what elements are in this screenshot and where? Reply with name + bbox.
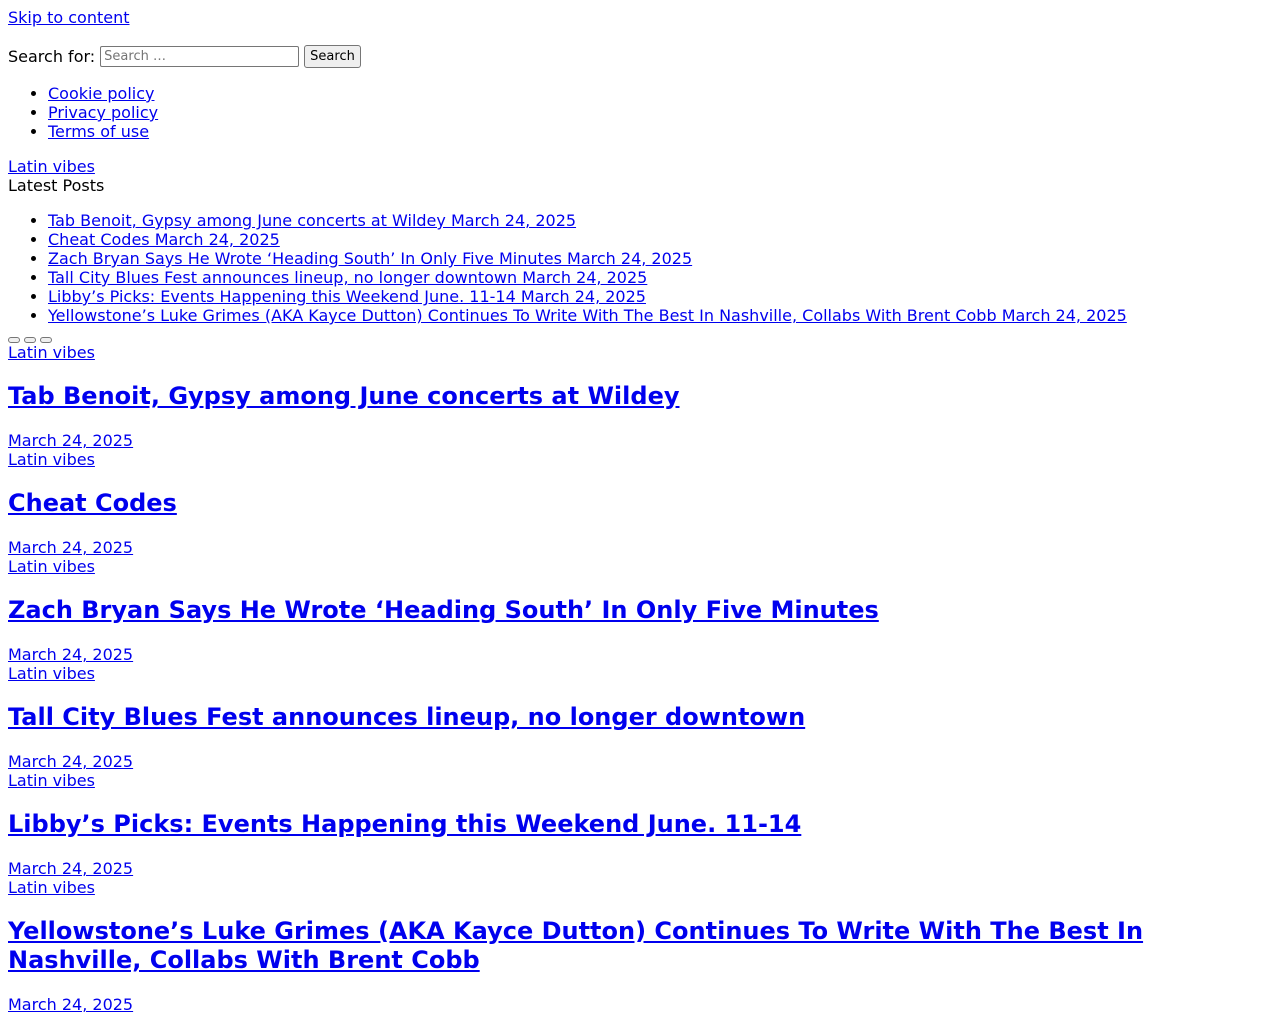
post-category-link[interactable]: Latin vibes	[8, 771, 1272, 790]
post-title: Libby’s Picks: Events Happening this Wee…	[8, 810, 1272, 839]
terms-of-use-link[interactable]: Terms of use	[48, 122, 149, 141]
skip-to-content-link[interactable]: Skip to content	[8, 8, 1272, 27]
latest-posts-heading: Latest Posts	[8, 176, 105, 195]
list-item: Cheat Codes March 24, 2025	[48, 230, 1272, 249]
post-title-link[interactable]: Zach Bryan Says He Wrote ‘Heading South’…	[8, 596, 879, 624]
post-title: Zach Bryan Says He Wrote ‘Heading South’…	[8, 596, 1272, 625]
post-title: Yellowstone’s Luke Grimes (AKA Kayce Dut…	[8, 917, 1272, 975]
footer-links: Cookie policy Privacy policy Terms of us…	[8, 84, 1272, 141]
search-form: Search for: Search	[8, 45, 1272, 68]
post-title: Tab Benoit, Gypsy among June concerts at…	[8, 382, 1272, 411]
latest-post-link[interactable]: Yellowstone’s Luke Grimes (AKA Kayce Dut…	[48, 306, 1127, 325]
latest-posts-list: Tab Benoit, Gypsy among June concerts at…	[8, 211, 1272, 325]
post-date-link[interactable]: March 24, 2025	[8, 431, 1272, 450]
post-category-link[interactable]: Latin vibes	[8, 343, 1272, 362]
post-date-link[interactable]: March 24, 2025	[8, 538, 1272, 557]
post-card: Latin vibes Yellowstone’s Luke Grimes (A…	[8, 878, 1272, 1014]
post-card: Latin vibes Zach Bryan Says He Wrote ‘He…	[8, 557, 1272, 664]
post-title-link[interactable]: Cheat Codes	[8, 489, 177, 517]
post-title-link[interactable]: Yellowstone’s Luke Grimes (AKA Kayce Dut…	[8, 917, 1143, 974]
post-category-link[interactable]: Latin vibes	[8, 878, 1272, 897]
search-button[interactable]: Search	[304, 45, 361, 68]
post-title-link[interactable]: Tab Benoit, Gypsy among June concerts at…	[8, 382, 679, 410]
latest-post-link[interactable]: Libby’s Picks: Events Happening this Wee…	[48, 287, 646, 306]
post-title-link[interactable]: Libby’s Picks: Events Happening this Wee…	[8, 810, 801, 838]
list-item: Libby’s Picks: Events Happening this Wee…	[48, 287, 1272, 306]
list-item: Terms of use	[48, 122, 1272, 141]
post-card: Latin vibes Tall City Blues Fest announc…	[8, 664, 1272, 771]
latest-post-link[interactable]: Zach Bryan Says He Wrote ‘Heading South’…	[48, 249, 692, 268]
list-item: Cookie policy	[48, 84, 1272, 103]
slider-dot-1[interactable]	[8, 336, 20, 343]
search-label: Search for:	[8, 47, 96, 66]
latest-post-link[interactable]: Tab Benoit, Gypsy among June concerts at…	[48, 211, 576, 230]
post-category-link[interactable]: Latin vibes	[8, 450, 1272, 469]
post-date-link[interactable]: March 24, 2025	[8, 859, 1272, 878]
list-item: Tab Benoit, Gypsy among June concerts at…	[48, 211, 1272, 230]
post-card: Latin vibes Cheat Codes March 24, 2025	[8, 450, 1272, 557]
post-category-link[interactable]: Latin vibes	[8, 664, 1272, 683]
cookie-policy-link[interactable]: Cookie policy	[48, 84, 155, 103]
post-date-link[interactable]: March 24, 2025	[8, 995, 1272, 1014]
post-title-link[interactable]: Tall City Blues Fest announces lineup, n…	[8, 703, 805, 731]
latest-post-link[interactable]: Cheat Codes March 24, 2025	[48, 230, 280, 249]
slider-dot-3[interactable]	[40, 336, 52, 343]
post-date-link[interactable]: March 24, 2025	[8, 645, 1272, 664]
slider-controls	[8, 336, 1272, 343]
site-category-link[interactable]: Latin vibes	[8, 157, 95, 176]
post-title: Cheat Codes	[8, 489, 1272, 518]
posts-feed: Latin vibes Tab Benoit, Gypsy among June…	[8, 343, 1272, 1014]
privacy-policy-link[interactable]: Privacy policy	[48, 103, 158, 122]
post-category-link[interactable]: Latin vibes	[8, 557, 1272, 576]
list-item: Tall City Blues Fest announces lineup, n…	[48, 268, 1272, 287]
slider-dot-2[interactable]	[24, 336, 36, 343]
post-card: Latin vibes Tab Benoit, Gypsy among June…	[8, 343, 1272, 450]
post-title: Tall City Blues Fest announces lineup, n…	[8, 703, 1272, 732]
list-item: Zach Bryan Says He Wrote ‘Heading South’…	[48, 249, 1272, 268]
post-date-link[interactable]: March 24, 2025	[8, 752, 1272, 771]
post-card: Latin vibes Libby’s Picks: Events Happen…	[8, 771, 1272, 878]
search-input[interactable]	[100, 46, 300, 67]
latest-post-link[interactable]: Tall City Blues Fest announces lineup, n…	[48, 268, 647, 287]
list-item: Yellowstone’s Luke Grimes (AKA Kayce Dut…	[48, 306, 1272, 325]
list-item: Privacy policy	[48, 103, 1272, 122]
